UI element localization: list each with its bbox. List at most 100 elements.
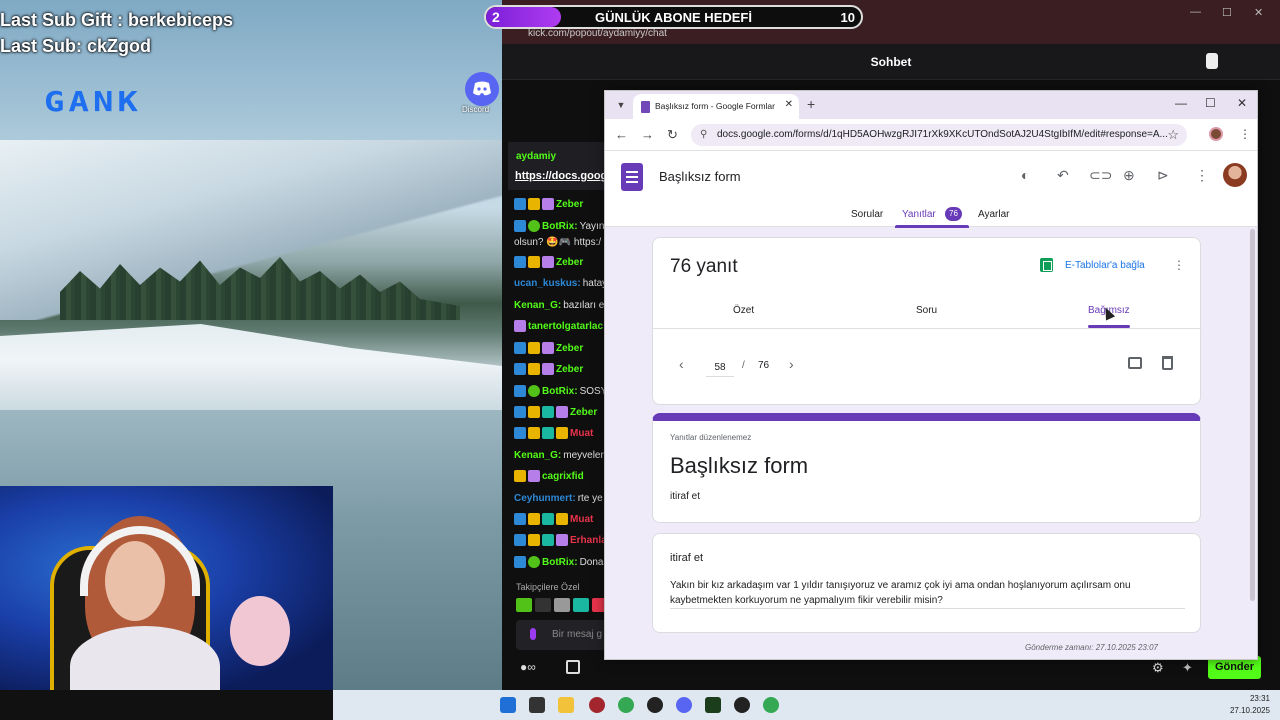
chat-username[interactable]: Ceyhunmert: [514, 493, 576, 504]
chat-message[interactable]: cagrixfid [514, 468, 584, 484]
response-number-input[interactable]: 58 [706, 359, 734, 377]
tab-questions[interactable]: Sorular [851, 209, 883, 220]
chat-message[interactable]: tanertolgatarlac [514, 318, 603, 334]
sheets-icon[interactable] [1040, 258, 1053, 272]
minimize-icon[interactable]: — [1175, 96, 1187, 110]
pinned-message[interactable]: aydamiy https://docs.googl [508, 142, 610, 190]
chat-username[interactable]: Zeber [556, 364, 583, 375]
discord-icon[interactable] [465, 72, 499, 106]
browser-tab[interactable]: Başlıksız form - Google Formlar ✕ [633, 94, 799, 119]
task-view-icon[interactable] [529, 697, 545, 713]
chat-message[interactable]: BotRix: Dona [514, 554, 603, 570]
github-icon[interactable] [734, 697, 750, 713]
new-tab-icon[interactable]: + [807, 96, 815, 112]
chat-username[interactable]: cagrixfid [542, 471, 584, 482]
chat-username[interactable]: Zeber [556, 257, 583, 268]
chat-message[interactable]: Zeber [514, 361, 583, 377]
chat-message[interactable]: Zeber [514, 254, 583, 270]
file-explorer-icon[interactable] [558, 697, 574, 713]
chat-username[interactable]: Zeber [556, 199, 583, 210]
app-icon[interactable] [589, 697, 605, 713]
kick-url[interactable]: kick.com/popout/aydamiyy/chat [528, 28, 667, 39]
chat-username[interactable]: Zeber [570, 407, 597, 418]
chat-username[interactable]: ucan_kuskus: [514, 278, 581, 289]
bookmark-star-icon[interactable]: ☆ [1167, 127, 1179, 143]
emote-icon[interactable] [573, 598, 589, 612]
back-icon[interactable]: ← [615, 127, 628, 142]
subtab-summary[interactable]: Özet [733, 305, 754, 316]
chat-message[interactable]: ucan_kuskus: hatay [514, 275, 607, 291]
minimize-icon[interactable]: — [1190, 6, 1201, 18]
browser-menu-icon[interactable]: ⋮ [1239, 127, 1251, 141]
delete-icon[interactable] [1162, 356, 1173, 370]
chat-message[interactable]: Muat [514, 425, 593, 441]
forward-icon[interactable]: → [641, 127, 654, 142]
previous-response-icon[interactable]: ‹ [679, 356, 684, 372]
address-url[interactable]: docs.google.com/forms/d/1qHD5AOHwzgRJI71… [717, 129, 1167, 140]
chat-message[interactable]: Zeber [514, 340, 583, 356]
start-icon[interactable] [500, 697, 516, 713]
maximize-icon[interactable]: ☐ [1205, 96, 1216, 110]
more-options-icon[interactable]: ⋮ [1195, 167, 1209, 184]
chat-message[interactable]: Erhanlan [514, 532, 613, 548]
forms-logo-icon[interactable] [621, 163, 643, 191]
store-icon[interactable] [566, 660, 580, 674]
chat-message[interactable]: Zeber [514, 196, 583, 212]
emote-icon[interactable] [516, 598, 532, 612]
chat-message[interactable]: Zeber [514, 404, 597, 420]
scrollbar[interactable] [1250, 229, 1255, 601]
chat-username[interactable]: BotRix: [542, 386, 578, 397]
obs-icon[interactable] [705, 697, 721, 713]
more-options-icon[interactable]: ⋮ [1173, 258, 1185, 272]
link-to-sheets-button[interactable]: E-Tablolar'a bağla [1065, 260, 1145, 271]
emote-icon[interactable] [535, 598, 551, 612]
discord-icon[interactable] [676, 697, 692, 713]
chat-username[interactable]: BotRix: [542, 221, 578, 232]
close-icon[interactable]: ✕ [1237, 96, 1247, 110]
gear-icon[interactable]: ⚙ [1152, 660, 1164, 676]
points-icon[interactable]: ●∞ [520, 660, 536, 674]
publish-icon[interactable]: ⊳ [1157, 167, 1169, 184]
address-bar[interactable]: ⚲ docs.google.com/forms/d/1qHD5AOHwzgRJI… [691, 124, 1187, 146]
profile-avatar[interactable] [1209, 127, 1223, 141]
chat-username[interactable]: Zeber [556, 343, 583, 354]
tab-search-icon[interactable]: ▼ [613, 97, 629, 113]
chat-settings-icon[interactable] [1206, 53, 1218, 69]
pinned-link[interactable]: https://docs.googl [515, 170, 610, 182]
chat-username[interactable]: Kenan_G: [514, 300, 561, 311]
tab-close-icon[interactable]: ✕ [785, 99, 793, 110]
chat-message[interactable]: olsun? 🤩🎮 https:/ [514, 234, 601, 250]
link-icon[interactable]: ⊂⊃ [1089, 167, 1112, 184]
chat-username[interactable]: Muat [570, 514, 593, 525]
github-icon[interactable] [647, 697, 663, 713]
print-icon[interactable] [1128, 357, 1142, 369]
account-avatar[interactable] [1223, 163, 1247, 187]
undo-icon[interactable]: ↶ [1057, 167, 1069, 184]
emote-icon[interactable] [554, 598, 570, 612]
chat-username[interactable]: BotRix: [542, 557, 578, 568]
chat-username[interactable]: Kenan_G: [514, 450, 561, 461]
chat-username[interactable]: Muat [570, 428, 593, 439]
clock[interactable]: 23:31 27.10.2025 [1230, 693, 1270, 717]
gift-icon[interactable]: ✦ [1182, 660, 1193, 676]
chat-message[interactable]: Ceyhunmert: rte ye [514, 490, 603, 506]
tab-responses[interactable]: Yanıtlar [902, 209, 936, 220]
chat-input[interactable]: Bir mesaj g [516, 620, 606, 650]
chrome-icon[interactable] [618, 697, 634, 713]
chat-message[interactable]: Kenan_G: meyveler [514, 447, 604, 463]
chat-username[interactable]: tanertolgatarlac [528, 321, 603, 332]
maximize-icon[interactable]: ☐ [1222, 6, 1232, 19]
site-info-icon[interactable]: ⚲ [700, 129, 707, 140]
close-icon[interactable]: ✕ [1254, 6, 1263, 19]
reload-icon[interactable]: ↻ [667, 127, 678, 143]
chat-message[interactable]: BotRix: SOSY [514, 383, 607, 399]
chat-message[interactable]: Kenan_G: bazıları ev [514, 297, 609, 313]
tab-settings[interactable]: Ayarlar [978, 209, 1010, 220]
add-collaborator-icon[interactable]: ⊕ [1123, 167, 1135, 184]
chrome-icon[interactable] [763, 697, 779, 713]
form-title[interactable]: Başlıksız form [659, 169, 741, 184]
chat-message[interactable]: Muat [514, 511, 593, 527]
subtab-question[interactable]: Soru [916, 305, 937, 316]
mic-icon[interactable] [530, 628, 536, 640]
palette-icon[interactable]: ◐ [1021, 167, 1029, 183]
